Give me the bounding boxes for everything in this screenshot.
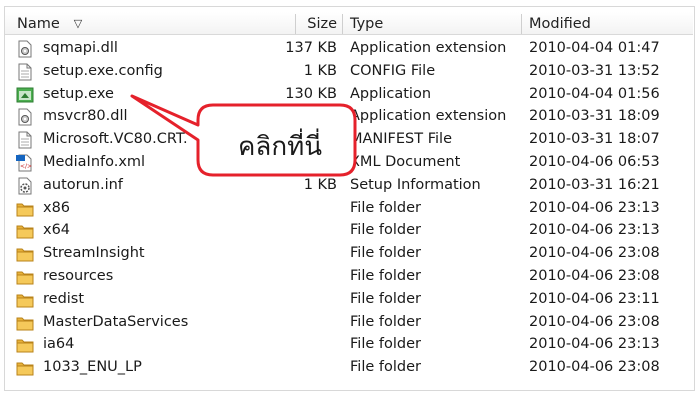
callout-label: คลิกที่นี่ xyxy=(238,132,322,162)
callout-bubble xyxy=(130,94,357,177)
